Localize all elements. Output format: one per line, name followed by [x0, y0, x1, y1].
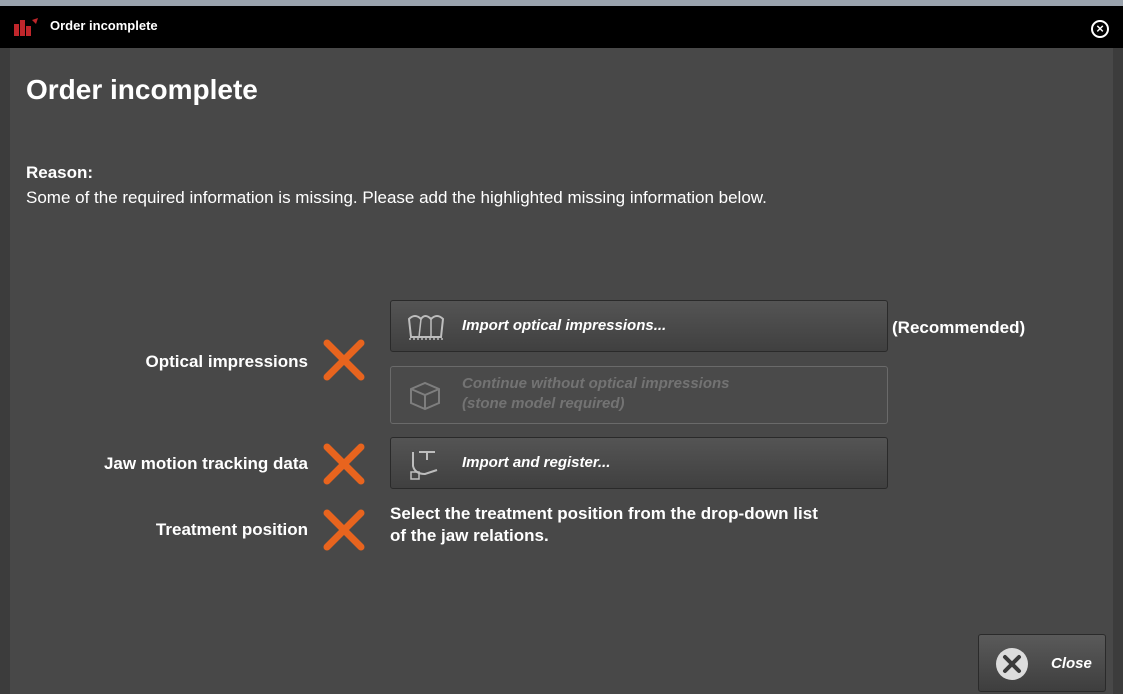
close-button[interactable]: Close	[978, 634, 1106, 692]
page-title: Order incomplete	[26, 74, 258, 105]
continue-without-optical-impressions-button[interactable]: Continue without optical impressions (st…	[390, 366, 888, 424]
reason-label: Reason:	[26, 163, 94, 182]
jaw-tracking-icon	[410, 451, 438, 480]
continue-line-2: (stone model required)	[462, 395, 625, 412]
jaw-motion-tracking-label: Jaw motion tracking data	[103, 454, 308, 473]
import-optical-impressions-button[interactable]: Import optical impressions...	[390, 300, 888, 352]
recommended-note: (Recommended)	[892, 318, 1026, 337]
window-close-icon[interactable]: ×	[1091, 20, 1109, 38]
missing-x-icon	[323, 339, 365, 381]
reason-text: Some of the required information is miss…	[26, 188, 767, 207]
continue-line-1: Continue without optical impressions	[462, 375, 730, 392]
treatment-position-label: Treatment position	[155, 520, 308, 539]
missing-x-icon	[323, 443, 365, 485]
teeth-scan-icon	[407, 315, 445, 340]
treatment-instruction: Select the treatment position from the d…	[390, 503, 818, 547]
continue-without-optical-impressions-label: Continue without optical impressions (st…	[462, 374, 730, 414]
app-logo-icon	[14, 18, 38, 36]
missing-x-icon	[323, 509, 365, 551]
stone-model-box-icon	[410, 381, 440, 411]
close-icon	[996, 648, 1028, 680]
import-optical-impressions-label: Import optical impressions...	[462, 317, 667, 334]
dialog-panel: Order incomplete Reason: Some of the req…	[10, 48, 1113, 694]
window-title: Order incomplete	[50, 18, 158, 33]
instruction-line-2: of the jaw relations.	[390, 526, 549, 545]
import-and-register-button[interactable]: Import and register...	[390, 437, 888, 489]
optical-impressions-label: Optical impressions	[145, 352, 309, 371]
close-button-label: Close	[1051, 655, 1092, 672]
import-and-register-label: Import and register...	[462, 454, 611, 471]
title-bar: Order incomplete ×	[0, 0, 1123, 48]
instruction-line-1: Select the treatment position from the d…	[390, 504, 818, 523]
